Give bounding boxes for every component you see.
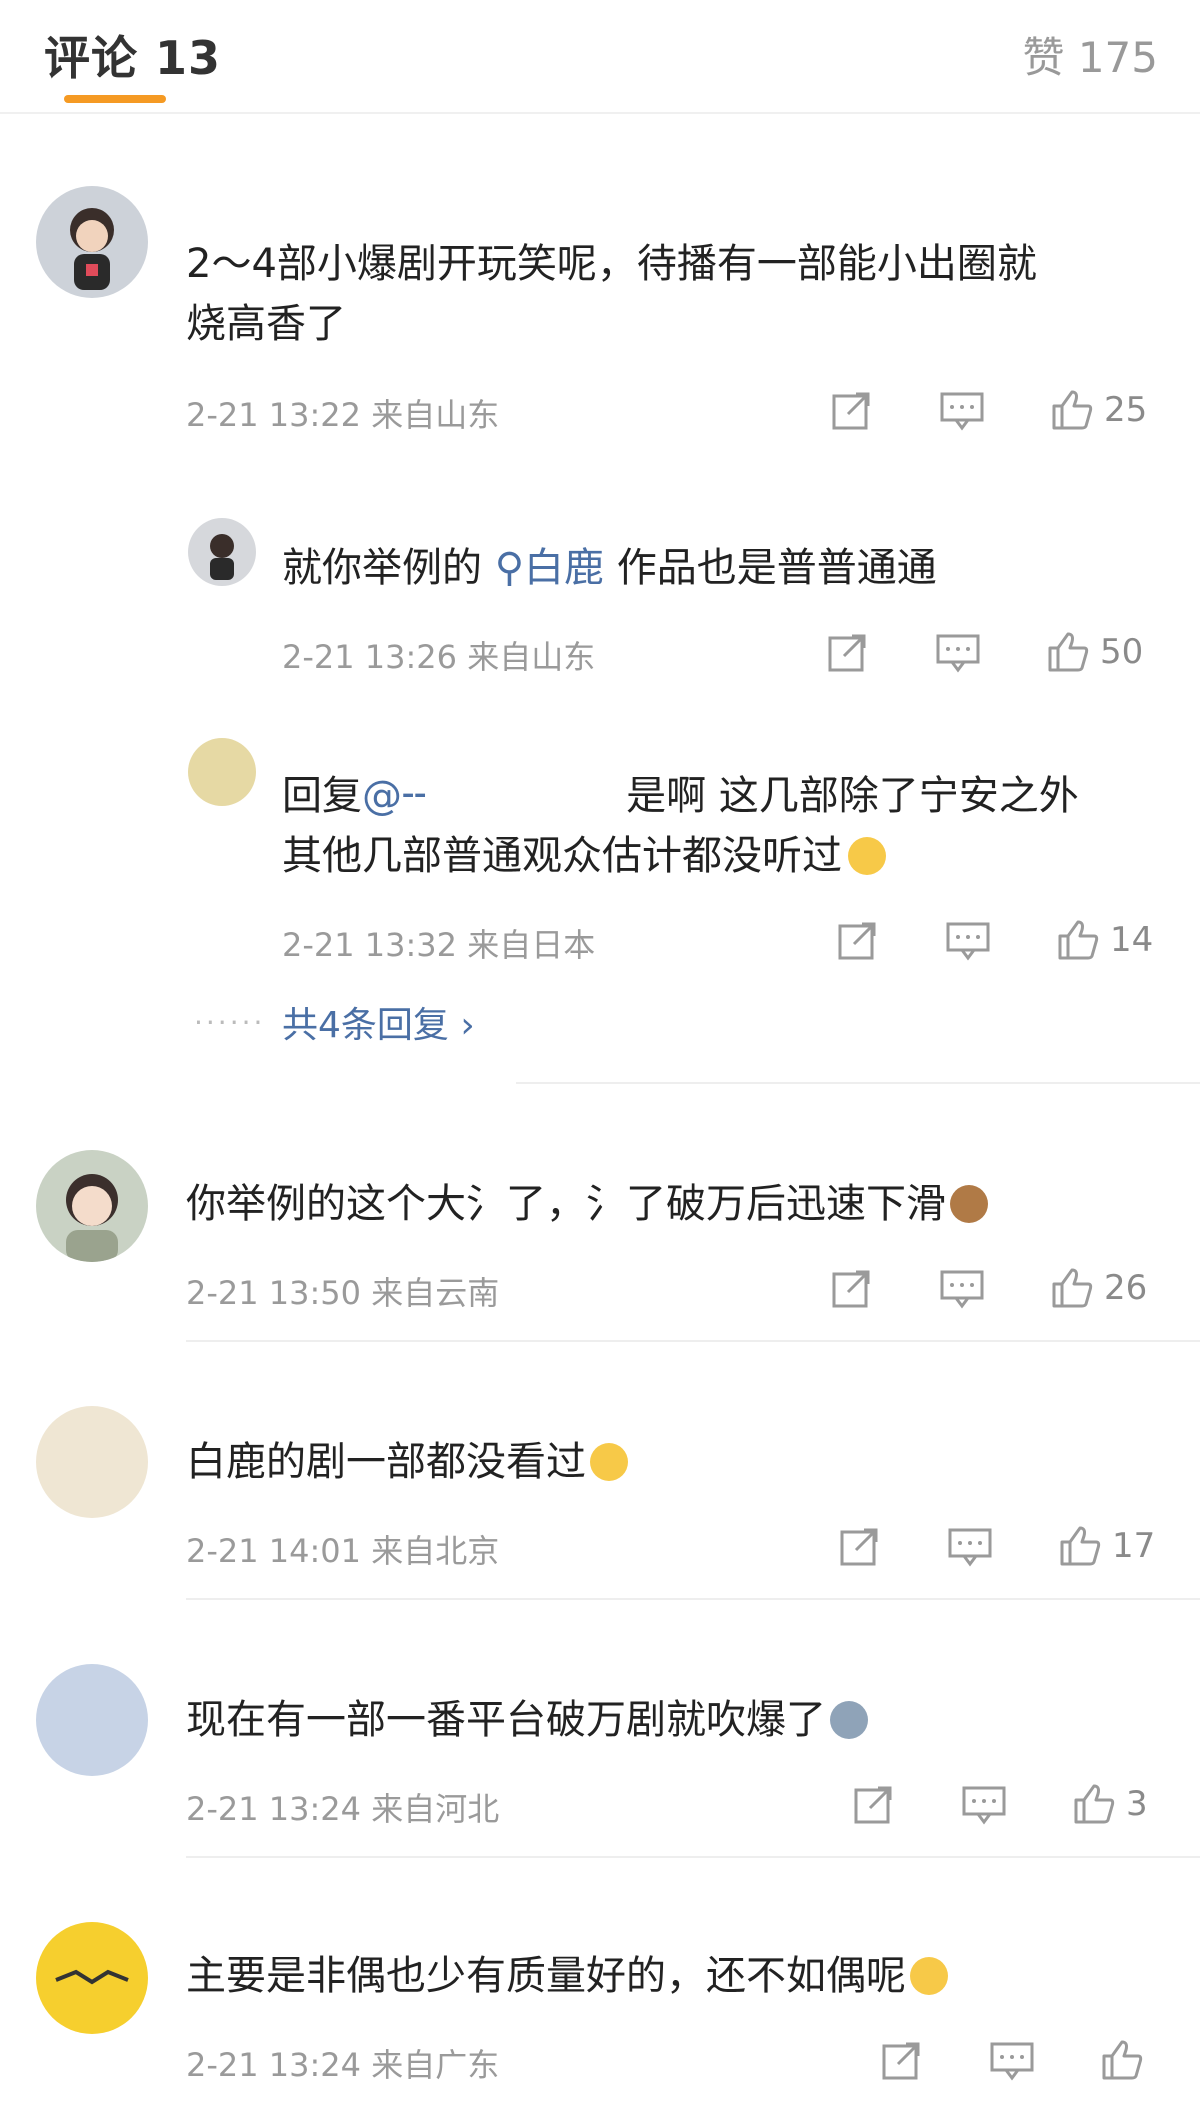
divider bbox=[186, 1340, 1200, 1342]
capybara-emoji-icon bbox=[950, 1185, 988, 1223]
like-count: 26 bbox=[1104, 1268, 1148, 1308]
laughing-emoji-icon bbox=[590, 1443, 628, 1481]
reply-meta: 2-21 13:32 来自日本 bbox=[282, 926, 596, 964]
avatar[interactable] bbox=[36, 186, 148, 298]
tab-comments[interactable]: 评论 13 bbox=[44, 22, 221, 88]
avatar-figure-icon bbox=[70, 208, 114, 290]
share-icon[interactable] bbox=[880, 2038, 924, 2082]
comments-header: 评论 13 赞 175 bbox=[0, 0, 1200, 114]
comment-icon[interactable] bbox=[946, 918, 990, 962]
comment-text: 你举例的这个大氵了，氵了破万后迅速下滑 bbox=[186, 1174, 1146, 1234]
comment-icon[interactable] bbox=[936, 630, 980, 674]
comment-actions: 25 bbox=[830, 385, 1147, 435]
share-icon[interactable] bbox=[830, 1266, 874, 1310]
thumbs-up-icon[interactable] bbox=[1072, 1782, 1116, 1826]
more-replies-link[interactable]: 共4条回复 › bbox=[282, 996, 475, 1048]
comment-meta: 2-21 13:24 来自河北 bbox=[186, 1790, 500, 1828]
comment-meta: 2-21 13:22 来自山东 bbox=[186, 396, 500, 434]
avatar[interactable] bbox=[36, 1406, 148, 1518]
like-count: 17 bbox=[1112, 1526, 1156, 1566]
thumbs-up-icon[interactable] bbox=[1056, 918, 1100, 962]
reply-actions: 14 bbox=[836, 915, 1153, 965]
avatar[interactable] bbox=[188, 738, 256, 806]
avatar[interactable] bbox=[36, 1150, 148, 1262]
avatar[interactable] bbox=[36, 1922, 148, 2034]
divider bbox=[186, 1598, 1200, 1600]
reply-actions: 50 bbox=[826, 627, 1143, 677]
topic-link[interactable]: 白鹿 bbox=[524, 545, 604, 591]
like-count: 14 bbox=[1110, 920, 1154, 960]
divider bbox=[186, 1856, 1200, 1858]
active-tab-indicator bbox=[64, 95, 166, 103]
share-icon[interactable] bbox=[826, 630, 870, 674]
avatar-yellow-face-icon bbox=[55, 1969, 129, 1985]
comment-text: 现在有一部一番平台破万剧就吹爆了 bbox=[186, 1690, 1146, 1750]
thinking-emoji-icon bbox=[910, 1957, 948, 1995]
thread-dots: ······ bbox=[194, 1006, 266, 1039]
avatar[interactable] bbox=[36, 1664, 148, 1776]
comment-icon[interactable] bbox=[948, 1524, 992, 1568]
comment-icon[interactable] bbox=[990, 2038, 1034, 2082]
thumbs-up-icon[interactable] bbox=[1050, 388, 1094, 432]
husky-emoji-icon bbox=[830, 1701, 868, 1739]
comment-actions: 17 bbox=[838, 1521, 1155, 1571]
comment-text: 白鹿的剧一部都没看过 bbox=[186, 1432, 1146, 1492]
comment-icon[interactable] bbox=[940, 388, 984, 432]
search-icon: ⚲ bbox=[494, 545, 525, 591]
comment-icon[interactable] bbox=[962, 1782, 1006, 1826]
share-icon[interactable] bbox=[836, 918, 880, 962]
like-count: 50 bbox=[1100, 632, 1144, 672]
comment-meta: 2-21 13:24 来自广东 bbox=[186, 2046, 500, 2084]
like-count: 25 bbox=[1104, 390, 1148, 430]
share-icon[interactable] bbox=[852, 1782, 896, 1826]
share-icon[interactable] bbox=[830, 388, 874, 432]
reply-text: 就你举例的 ⚲白鹿 作品也是普普通通 bbox=[282, 545, 937, 591]
avatar-girl-icon bbox=[66, 1174, 118, 1262]
comment-text: 主要是非偶也少有质量好的，还不如偶呢 bbox=[186, 1946, 1166, 2006]
crying-emoji-icon bbox=[848, 837, 886, 875]
thumbs-up-icon[interactable] bbox=[1046, 630, 1090, 674]
divider bbox=[516, 1082, 1200, 1084]
avatar-figure-icon bbox=[210, 534, 234, 580]
comment-actions: 3 bbox=[852, 1779, 1148, 1829]
comment-actions bbox=[880, 2035, 1144, 2085]
thumbs-up-icon[interactable] bbox=[1058, 1524, 1102, 1568]
tab-likes[interactable]: 赞 175 bbox=[1022, 24, 1158, 85]
avatar[interactable] bbox=[188, 518, 256, 586]
comment-actions: 26 bbox=[830, 1263, 1147, 1313]
reply-text: 回复@╌ 是啊 这几部除了宁安之外 其他几部普通观众估计都没听过 bbox=[282, 773, 1079, 879]
comment-meta: 2-21 13:50 来自云南 bbox=[186, 1274, 500, 1312]
reply-meta: 2-21 13:26 来自山东 bbox=[282, 638, 596, 676]
thumbs-up-icon[interactable] bbox=[1050, 1266, 1094, 1310]
comment-text: 2～4部小爆剧开玩笑呢，待播有一部能小出圈就 烧高香了 bbox=[186, 241, 1037, 347]
thumbs-up-icon[interactable] bbox=[1100, 2038, 1144, 2082]
mention-link[interactable]: @╌ bbox=[362, 773, 426, 819]
comment-meta: 2-21 14:01 来自北京 bbox=[186, 1532, 500, 1570]
comment-icon[interactable] bbox=[940, 1266, 984, 1310]
like-count: 3 bbox=[1126, 1784, 1148, 1824]
share-icon[interactable] bbox=[838, 1524, 882, 1568]
